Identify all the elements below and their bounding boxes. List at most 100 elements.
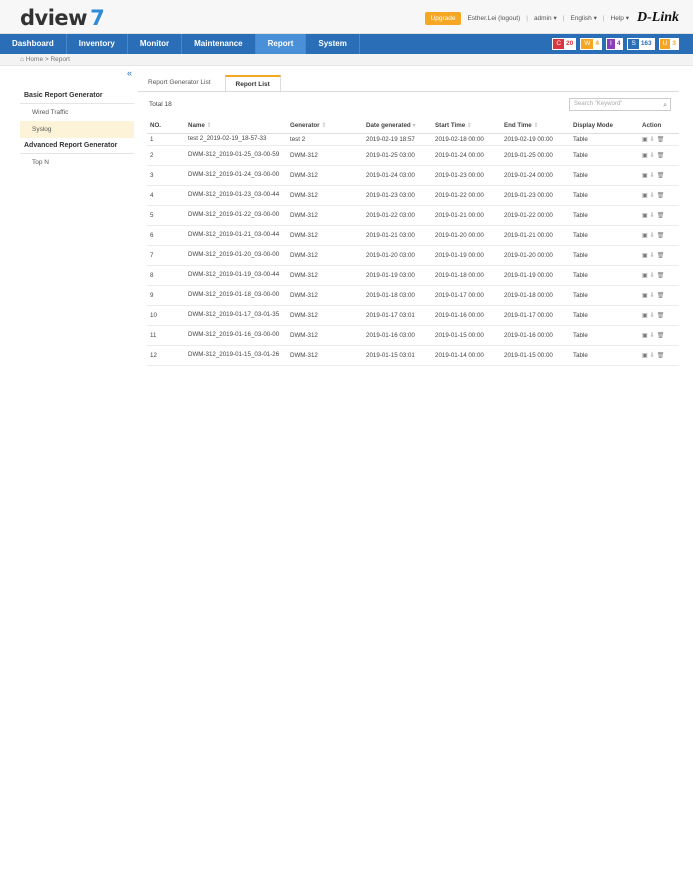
delete-icon[interactable]: 🗑 — [657, 232, 665, 239]
report-table: NO. Name ⇕ Generator ⇕ Date generated ▾ … — [147, 119, 679, 366]
view-icon[interactable]: ▣ — [642, 292, 648, 299]
app-logo[interactable]: dview 7 — [20, 6, 105, 30]
generator-name: DWM-312 — [287, 345, 363, 366]
view-icon[interactable]: ▣ — [642, 252, 648, 259]
syslog-badge[interactable]: S 163 — [627, 38, 655, 50]
top-right-menu: Upgrade Esther.Lei (logout) | admin ▾ | … — [424, 10, 679, 26]
download-icon[interactable]: ⇩ — [650, 312, 655, 319]
table-row: 5 DWM-312_2019-01-22_03-00-00 DWM-312 2019-… — [147, 205, 679, 226]
report-name: DWM-312_2019-01-22_03-00-00 — [185, 205, 287, 226]
sort-icon[interactable]: ⇕ — [533, 122, 538, 129]
sidebar-item-top-n[interactable]: Top N — [20, 154, 134, 171]
view-icon[interactable]: ▣ — [642, 352, 648, 359]
view-icon[interactable]: ▣ — [642, 136, 648, 143]
delete-icon[interactable]: 🗑 — [657, 192, 665, 199]
col-date-generated[interactable]: Date generated ▾ — [363, 119, 432, 134]
download-icon[interactable]: ⇩ — [650, 352, 655, 359]
view-icon[interactable]: ▣ — [642, 232, 648, 239]
sort-icon[interactable]: ⇕ — [467, 122, 472, 129]
download-icon[interactable]: ⇩ — [650, 272, 655, 279]
search-input[interactable]: Search "Keyword" ⌕ — [569, 98, 671, 111]
help-dropdown[interactable]: Help ▾ — [611, 14, 629, 22]
nav-monitor[interactable]: Monitor — [128, 34, 183, 54]
row-actions: ▣ ⇩ 🗑 — [639, 345, 679, 366]
download-icon[interactable]: ⇩ — [650, 192, 655, 199]
sort-desc-icon[interactable]: ▾ — [412, 122, 415, 129]
delete-icon[interactable]: 🗑 — [657, 352, 665, 359]
info-badge[interactable]: I4 — [606, 38, 624, 50]
download-icon[interactable]: ⇩ — [650, 252, 655, 259]
unknown-badge[interactable]: U3 — [658, 38, 679, 50]
col-generator[interactable]: Generator ⇕ — [287, 119, 363, 134]
view-icon[interactable]: ▣ — [642, 172, 648, 179]
end-time: 2019-01-21 00:00 — [501, 225, 570, 246]
delete-icon[interactable]: 🗑 — [657, 136, 665, 143]
view-icon[interactable]: ▣ — [642, 192, 648, 199]
table-row: 4 DWM-312_2019-01-23_03-00-44 DWM-312 2019-… — [147, 185, 679, 206]
delete-icon[interactable]: 🗑 — [657, 312, 665, 319]
end-time: 2019-01-17 00:00 — [501, 305, 570, 326]
sidebar-item-wired-traffic[interactable]: Wired Traffic — [20, 104, 134, 121]
delete-icon[interactable]: 🗑 — [657, 172, 665, 179]
download-icon[interactable]: ⇩ — [650, 212, 655, 219]
sort-icon[interactable]: ⇕ — [321, 122, 326, 129]
nav-inventory[interactable]: Inventory — [67, 34, 128, 54]
report-name: DWM-312_2019-01-19_03-00-44 — [185, 265, 287, 286]
collapse-sidebar-icon[interactable]: « — [127, 68, 132, 78]
main-nav: Dashboard Inventory Monitor Maintenance … — [0, 34, 693, 54]
col-name[interactable]: Name ⇕ — [185, 119, 287, 134]
view-icon[interactable]: ▣ — [642, 312, 648, 319]
start-time: 2019-01-23 00:00 — [432, 165, 501, 186]
warning-badge[interactable]: W4 — [580, 38, 603, 50]
download-icon[interactable]: ⇩ — [650, 232, 655, 239]
nav-report[interactable]: Report — [255, 34, 307, 54]
download-icon[interactable]: ⇩ — [650, 152, 655, 159]
generator-name: DWM-312 — [287, 305, 363, 326]
view-icon[interactable]: ▣ — [642, 272, 648, 279]
end-time: 2019-01-22 00:00 — [501, 205, 570, 226]
upgrade-button[interactable]: Upgrade — [424, 11, 462, 25]
delete-icon[interactable]: 🗑 — [657, 252, 665, 259]
report-name: test 2_2019-02-19_18-57-33 — [185, 133, 287, 146]
start-time: 2019-01-20 00:00 — [432, 225, 501, 246]
user-logout-link[interactable]: Esther.Lei (logout) — [467, 15, 520, 22]
nav-system[interactable]: System — [306, 34, 360, 54]
row-number: 3 — [147, 165, 185, 186]
delete-icon[interactable]: 🗑 — [657, 212, 665, 219]
report-name: DWM-312_2019-01-15_03-01-26 — [185, 345, 287, 366]
row-number: 12 — [147, 345, 185, 366]
download-icon[interactable]: ⇩ — [650, 332, 655, 339]
delete-icon[interactable]: 🗑 — [657, 272, 665, 279]
sidebar-heading-advanced: Advanced Report Generator — [20, 138, 134, 154]
date-generated: 2019-01-16 03:00 — [363, 325, 432, 346]
report-name: DWM-312_2019-01-17_03-01-35 — [185, 305, 287, 326]
sidebar-item-syslog[interactable]: Syslog — [20, 121, 134, 138]
sort-icon[interactable]: ⇕ — [207, 122, 212, 129]
search-icon[interactable]: ⌕ — [663, 100, 667, 111]
critical-badge[interactable]: C 20 — [552, 38, 577, 50]
delete-icon[interactable]: 🗑 — [657, 332, 665, 339]
delete-icon[interactable]: 🗑 — [657, 152, 665, 159]
role-dropdown[interactable]: admin ▾ — [534, 14, 557, 22]
nav-dashboard[interactable]: Dashboard — [0, 34, 67, 54]
breadcrumb: ⌂ Home > Report — [0, 54, 693, 66]
language-dropdown[interactable]: English ▾ — [570, 14, 596, 22]
download-icon[interactable]: ⇩ — [650, 292, 655, 299]
row-actions: ▣ ⇩ 🗑 — [639, 133, 679, 146]
sidebar: « Basic Report Generator Wired Traffic S… — [20, 66, 134, 396]
row-actions: ▣ ⇩ 🗑 — [639, 285, 679, 306]
start-time: 2019-01-14 00:00 — [432, 345, 501, 366]
row-actions: ▣ ⇩ 🗑 — [639, 165, 679, 186]
download-icon[interactable]: ⇩ — [650, 172, 655, 179]
col-end-time[interactable]: End Time ⇕ — [501, 119, 570, 134]
report-name: DWM-312_2019-01-20_03-00-00 — [185, 245, 287, 266]
view-icon[interactable]: ▣ — [642, 332, 648, 339]
col-start-time[interactable]: Start Time ⇕ — [432, 119, 501, 134]
delete-icon[interactable]: 🗑 — [657, 292, 665, 299]
view-icon[interactable]: ▣ — [642, 152, 648, 159]
download-icon[interactable]: ⇩ — [650, 136, 655, 143]
nav-maintenance[interactable]: Maintenance — [182, 34, 256, 54]
view-icon[interactable]: ▣ — [642, 212, 648, 219]
end-time: 2019-01-20 00:00 — [501, 245, 570, 266]
report-name: DWM-312_2019-01-21_03-00-44 — [185, 225, 287, 246]
